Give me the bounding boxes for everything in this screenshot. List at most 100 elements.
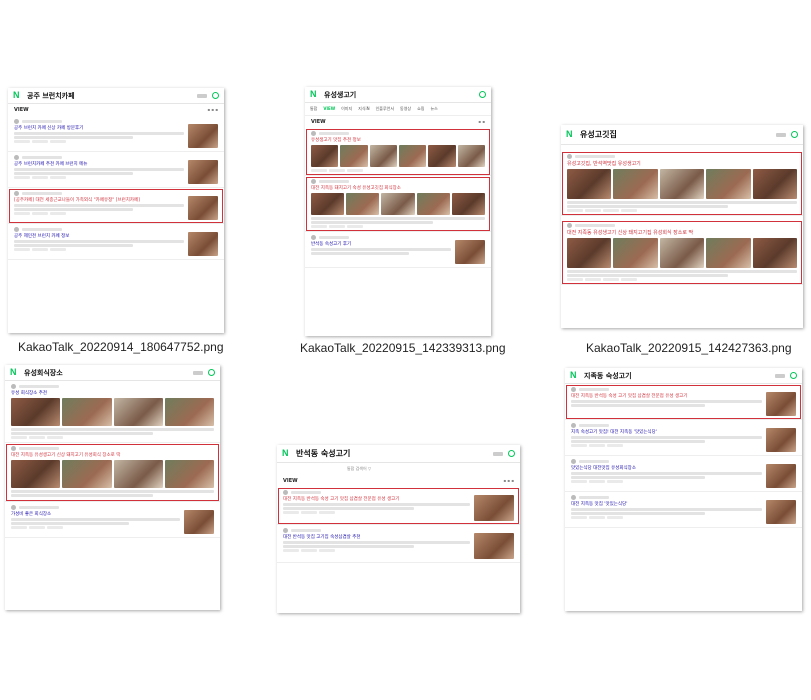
related-search: 통합 검색어 ▽ <box>347 466 372 471</box>
highlighted-list-item: 대전 지족동 유성생고기 신상 돼지고기집 유성회식 장소로 딱 <box>561 220 803 285</box>
post-title: 대전 지족동 반석동 숙성 고기 맛집 삼겹살 전문점 유성 생고기 <box>283 497 400 502</box>
post-title: 대전 지족동 유성생고기 신상 돼지고기 유성회식 장소로 딱 <box>11 453 121 458</box>
thumbnail-file-6[interactable]: N 지족동 숙성고기 대전 지족동 반석동 숙성 고기 맛집 삼겹살 전문점 유… <box>565 368 802 611</box>
list-item: 대전 반석동 맛집 고기집 숙성삼겹살 추천 <box>277 525 520 563</box>
view-label: VIEW <box>14 107 29 113</box>
search-tabs: 통합 VIEW 이미지 지식iN 인플루언서 동영상 쇼핑 뉴스 <box>305 103 491 116</box>
search-header: N 유성고깃집 <box>561 125 803 145</box>
list-item: 맛있는식당 대전맛집 유성회식장소 <box>565 456 802 492</box>
tab-video: 동영상 <box>400 106 412 111</box>
search-header: N 공주 브런치카페 <box>8 88 224 104</box>
search-header: N 지족동 숙성고기 <box>565 368 802 384</box>
keyboard-icon <box>493 451 503 456</box>
post-image-strip <box>11 398 214 426</box>
search-query: 공주 브런치카페 <box>27 91 75 100</box>
highlighted-list-item: 유성고깃집, 반석역맛집 유성생고기 <box>561 151 803 216</box>
highlighted-list-item: [공주카페] 대전 세종근교나들이 가족외식 "카페유정" [브런치카페] <box>8 188 224 224</box>
post-thumbnail <box>184 510 214 534</box>
highlighted-list-item: 대전 지족동 돼지고기 숙성 유성고깃집 회식장소 <box>305 176 491 232</box>
post-title: 맛있는식당 대전맛집 유성회식장소 <box>571 466 636 471</box>
post-thumbnail <box>188 196 218 220</box>
search-query: 유성회식장소 <box>24 368 63 377</box>
avatar <box>11 384 16 389</box>
thumbnail-file-2[interactable]: N 유성생고기 통합 VIEW 이미지 지식iN 인플루언서 동영상 쇼핑 뉴스… <box>305 87 491 336</box>
post-title: 대전 지족동 유성생고기 신상 돼지고기집 유성회식 장소로 딱 <box>567 230 694 236</box>
search-query: 지족동 숙성고기 <box>584 371 632 380</box>
view-bar: VIEW ▪ ▪ ▪ <box>277 475 520 487</box>
post-thumbnail <box>766 428 796 452</box>
post-thumbnail <box>474 495 514 521</box>
post-title: 유성 회식장소 추천 <box>11 391 47 396</box>
post-title: 대전 반석동 맛집 고기집 숙성삼겹살 추천 <box>283 535 361 540</box>
post-title: 공주 브런치 카페 신상 카페 방문후기 <box>14 126 84 131</box>
post-image-strip <box>311 145 485 167</box>
view-label: VIEW <box>311 119 326 125</box>
naver-logo-icon: N <box>13 90 20 100</box>
tab-images: 이미지 <box>341 106 353 111</box>
file-caption[interactable]: KakaoTalk_20220915_142427363.png <box>586 341 792 355</box>
view-label: VIEW <box>283 478 298 484</box>
naver-logo-icon: N <box>310 89 317 99</box>
naver-logo-icon: N <box>566 129 573 139</box>
search-header: N 유성생고기 <box>305 87 491 103</box>
keyboard-icon <box>775 373 785 378</box>
list-item: 반석동 숙성고기 후기 <box>305 232 491 268</box>
thumbnail-file-1[interactable]: N 공주 브런치카페 VIEW ▪ ▪ ▪ 공주 브런치 카페 신상 카페 방문… <box>8 88 224 333</box>
post-title: 대전 지족동 맛집 '맛있는식당' <box>571 502 628 507</box>
view-options: ▪ ▪ <box>478 119 485 124</box>
search-query: 유성생고기 <box>324 90 357 99</box>
view-options: ▪ ▪ ▪ <box>207 107 218 112</box>
file-caption[interactable]: KakaoTalk_20220914_180647752.png <box>18 340 224 354</box>
post-thumbnail <box>766 392 796 416</box>
post-thumbnail <box>188 232 218 256</box>
naver-logo-icon: N <box>570 370 577 380</box>
post-title: 가성비 좋은 회식장소 <box>11 512 52 517</box>
post-title: 반석동 숙성고기 후기 <box>311 242 352 247</box>
search-icon <box>508 450 515 457</box>
thumbnail-file-4[interactable]: N 유성회식장소 유성 회식장소 추천 대전 지족동 유성생고기 신상 돼지고기… <box>5 365 220 610</box>
avatar <box>11 446 16 451</box>
search-query: 유성고깃집 <box>580 130 617 139</box>
list-item: 대전 지족동 맛집 '맛있는식당' <box>565 492 802 528</box>
avatar <box>567 154 572 159</box>
search-query: 반석동 숙성고기 <box>296 449 351 458</box>
keyboard-icon <box>197 93 207 98</box>
file-caption[interactable]: KakaoTalk_20220915_142339313.png <box>300 341 506 355</box>
post-thumbnail <box>188 160 218 184</box>
avatar <box>311 131 316 136</box>
naver-logo-icon: N <box>10 367 17 377</box>
highlighted-list-item: 대전 지족동 유성생고기 신상 돼지고기 유성회식 장소로 딱 <box>5 443 220 502</box>
search-icon <box>790 372 797 379</box>
post-image-strip <box>567 169 798 199</box>
list-item: 가성비 좋은 회식장소 <box>5 502 220 538</box>
post-title: 공주 제민천 브런치 카페 정보 <box>14 234 70 239</box>
keyboard-icon <box>776 132 786 137</box>
view-bar: VIEW ▪ ▪ <box>305 116 491 128</box>
tab-kin: 지식iN <box>358 106 370 111</box>
post-thumbnail <box>455 240 485 264</box>
thumbnail-file-5[interactable]: N 반석동 숙성고기 통합 검색어 ▽ VIEW ▪ ▪ ▪ 대전 지족동 반석… <box>277 445 520 613</box>
post-thumbnail <box>766 500 796 524</box>
avatar <box>311 179 316 184</box>
highlighted-list-item: 유성생고기 맛집 추천 정보 <box>305 128 491 176</box>
avatar <box>567 223 572 228</box>
post-title: 대전 지족동 돼지고기 숙성 유성고깃집 회식장소 <box>311 186 401 191</box>
list-item: 공주 브런치 카페 신상 카페 방문후기 <box>8 116 224 152</box>
post-title: 지족 숙성고기 맛집! 대전 지족동 '맛있는식당' <box>571 430 657 435</box>
post-image-strip <box>311 193 486 215</box>
tab-influencer: 인플루언서 <box>375 106 395 111</box>
post-title: 대전 지족동 반석동 숙성 고기 맛집 삼겹살 전문점 유성 생고기 <box>571 394 688 399</box>
list-item: 공주 브런치카페 추천 카페 브런치 메뉴 <box>8 152 224 188</box>
thumbnail-file-3[interactable]: N 유성고깃집 유성고깃집, 반석역맛집 유성생고기 대전 지족동 유성생고기 … <box>561 125 803 328</box>
search-icon <box>479 91 486 98</box>
post-title: 공주 브런치카페 추천 카페 브런치 메뉴 <box>14 162 88 167</box>
search-icon <box>212 92 219 99</box>
tab-shopping: 쇼핑 <box>417 106 425 111</box>
search-header: N 반석동 숙성고기 <box>277 445 520 463</box>
search-icon <box>208 369 215 376</box>
tab-view: VIEW <box>323 106 336 111</box>
post-thumbnail <box>766 464 796 488</box>
naver-logo-icon: N <box>282 448 289 458</box>
post-thumbnail <box>188 124 218 148</box>
tab-all: 통합 <box>310 106 318 111</box>
